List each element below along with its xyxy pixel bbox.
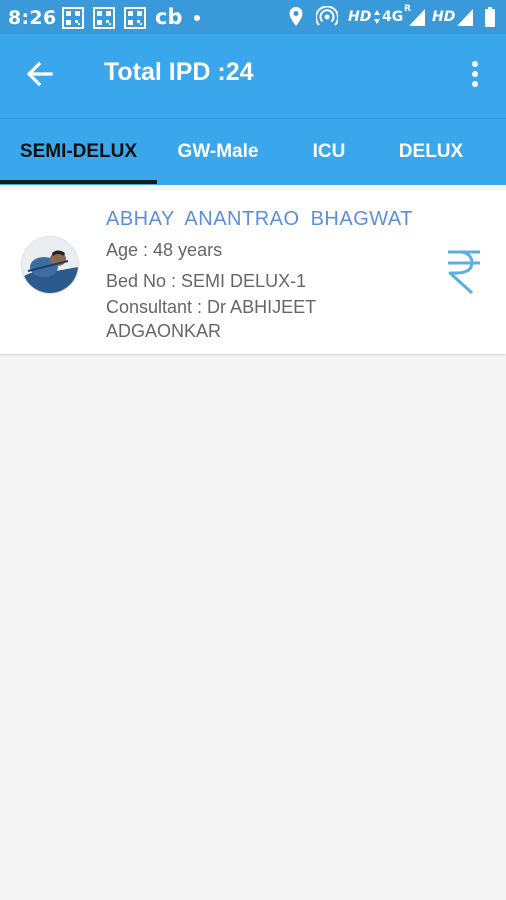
hotspot-icon bbox=[316, 6, 338, 26]
qr-notification-icon bbox=[62, 7, 84, 29]
network-hd-label: HD bbox=[348, 9, 372, 25]
patient-photo bbox=[22, 237, 78, 293]
patient-bed: Bed No : SEMI DELUX-1 bbox=[106, 271, 307, 291]
network-4g-label: 4G bbox=[382, 9, 404, 25]
tab-semi-delux[interactable]: SEMI-DELUX bbox=[0, 119, 157, 185]
data-arrows-icon bbox=[374, 10, 380, 24]
qr-notification-icon bbox=[93, 7, 115, 29]
tab-delux[interactable]: DELUX bbox=[379, 119, 483, 185]
patient-avatar bbox=[21, 236, 79, 294]
qr-notification-icon bbox=[124, 7, 146, 29]
status-time: 8:26 bbox=[8, 7, 57, 29]
carrier-text: cb bbox=[155, 5, 183, 29]
notification-dot-icon bbox=[194, 15, 200, 21]
ward-tabs: SEMI-DELUX GW-Male ICU DELUX bbox=[0, 118, 506, 185]
patient-consultant-cont: ADGAONKAR bbox=[106, 321, 222, 341]
network-hd-label-2: HD bbox=[432, 9, 456, 25]
signal-icon-2 bbox=[457, 9, 473, 26]
patient-consultant: Consultant : Dr ABHIJEET bbox=[106, 297, 317, 317]
active-tab-indicator bbox=[0, 180, 157, 184]
status-bar: 8:26 cb HD 4G R HD bbox=[0, 0, 506, 34]
back-arrow-icon[interactable] bbox=[24, 58, 56, 90]
location-icon bbox=[289, 7, 303, 26]
signal-icon bbox=[409, 9, 425, 26]
more-options-icon[interactable] bbox=[462, 58, 488, 90]
battery-icon bbox=[485, 7, 495, 27]
page-title: Total IPD :24 bbox=[104, 58, 254, 86]
app-bar: Total IPD :24 bbox=[0, 34, 506, 118]
tab-icu[interactable]: ICU bbox=[279, 119, 379, 185]
rupee-icon[interactable] bbox=[444, 248, 484, 296]
patient-card[interactable]: ABHAY ANANTRAO BHAGWAT Age : 48 years Be… bbox=[0, 190, 506, 354]
patient-name[interactable]: ABHAY ANANTRAO BHAGWAT bbox=[106, 208, 413, 231]
patient-age: Age : 48 years bbox=[106, 240, 223, 260]
tab-gw-male[interactable]: GW-Male bbox=[157, 119, 279, 185]
